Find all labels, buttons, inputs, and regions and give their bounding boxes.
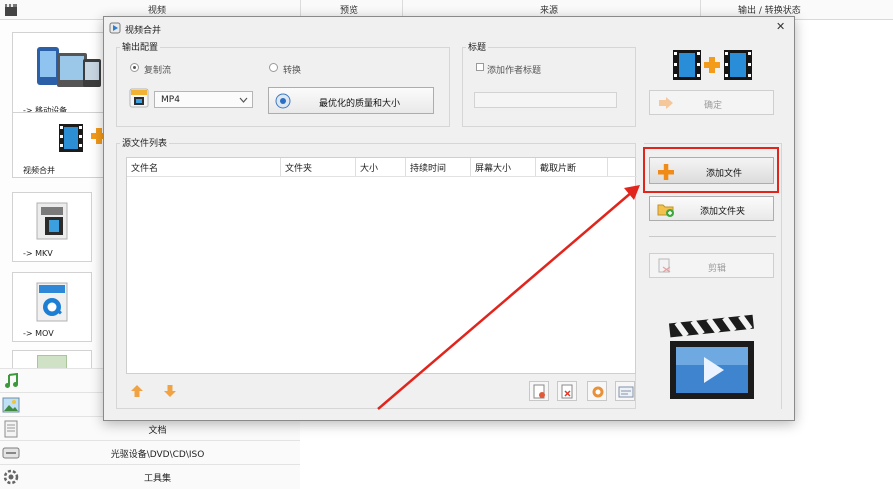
format-value: MP4 <box>161 95 180 105</box>
picture-icon <box>2 397 20 413</box>
preview-column-header[interactable]: 预览 <box>340 3 358 16</box>
column-header-duration[interactable]: 持续时间 <box>406 158 471 176</box>
column-header-folder[interactable]: 文件夹 <box>281 158 356 176</box>
move-up-icon[interactable] <box>130 384 144 398</box>
chevron-down-icon <box>239 97 248 103</box>
video-join-tile[interactable]: 视频合并 <box>12 112 108 178</box>
author-title-input[interactable] <box>474 92 617 108</box>
tile-label: 视频合并 <box>23 166 55 175</box>
quality-dial-icon <box>275 93 291 109</box>
divider <box>649 236 776 237</box>
radio-copy-stream[interactable] <box>130 63 139 72</box>
film-clapper-icon <box>5 4 17 16</box>
music-note-icon <box>5 373 18 388</box>
source-column-header[interactable]: 来源 <box>540 3 558 16</box>
column-header-screen-size[interactable]: 屏幕大小 <box>471 158 536 176</box>
column-header-filename[interactable]: 文件名 <box>127 158 281 176</box>
category-row-disc[interactable]: 光驱设备\DVD\CD\ISO <box>0 440 300 464</box>
tile-label: -> MOV <box>23 329 54 338</box>
category-row-tools[interactable]: 工具集 <box>0 464 300 489</box>
group-title: 源文件列表 <box>120 136 170 149</box>
ok-label: 确定 <box>704 101 723 111</box>
column-header-size[interactable]: 大小 <box>356 158 406 176</box>
format-select[interactable]: MP4 <box>154 91 253 108</box>
annotation-arrow <box>377 185 640 410</box>
mp4-format-icon <box>129 88 149 108</box>
edit-clip-label: 剪辑 <box>708 264 727 274</box>
move-down-icon[interactable] <box>163 384 177 398</box>
dialog-app-icon <box>109 22 121 34</box>
close-icon[interactable]: ✕ <box>776 20 785 33</box>
column-header-clip[interactable]: 截取片断 <box>536 158 608 176</box>
toolbox-gear-icon <box>3 469 19 485</box>
mobile-devices-icon <box>37 47 101 87</box>
radio-copy-label[interactable]: 复制流 <box>144 63 171 76</box>
tile-label: -> MKV <box>23 249 53 258</box>
arrow-right-icon <box>659 97 673 109</box>
add-folder-icon <box>657 204 674 217</box>
category-label: 光驱设备\DVD\CD\ISO <box>110 450 205 460</box>
mov-tile[interactable]: -> MOV <box>12 272 92 342</box>
document-icon <box>4 420 18 438</box>
disc-drive-icon <box>2 447 20 459</box>
highlight-box <box>643 147 779 193</box>
category-label: 文档 <box>148 426 167 436</box>
author-title-label[interactable]: 添加作者标题 <box>487 63 541 76</box>
quality-preset-button[interactable]: 最优化的质量和大小 <box>268 87 434 114</box>
dialog-title: 视频合并 <box>125 26 162 36</box>
group-title: 标题 <box>466 40 489 53</box>
radio-convert-label[interactable]: 转换 <box>283 63 301 76</box>
radio-dot <box>133 66 136 69</box>
edit-clip-button[interactable]: 剪辑 <box>649 253 774 278</box>
output-status-column-header[interactable]: 输出 / 转换状态 <box>738 3 801 16</box>
group-title: 输出配置 <box>120 40 161 53</box>
video-merge-icon <box>673 50 752 80</box>
title-group <box>462 47 636 127</box>
mov-quicktime-icon <box>36 282 68 322</box>
video-category-header: 视频 <box>148 6 167 16</box>
category-label: 工具集 <box>143 474 171 484</box>
author-title-checkbox[interactable] <box>476 63 484 71</box>
list-header: 文件名 文件夹 大小 持续时间 屏幕大小 截取片断 <box>127 158 637 177</box>
clip-edit-icon <box>658 258 671 273</box>
quality-label: 最优化的质量和大小 <box>319 99 401 109</box>
add-folder-label: 添加文件夹 <box>700 207 746 217</box>
mkv-file-icon <box>36 202 68 240</box>
mobile-devices-tile[interactable]: -> 移动设备 <box>12 32 108 118</box>
radio-convert[interactable] <box>269 63 278 72</box>
add-folder-button[interactable]: 添加文件夹 <box>649 196 774 221</box>
video-join-icon <box>59 124 107 152</box>
clapperboard-play-icon <box>668 314 754 399</box>
ok-button[interactable]: 确定 <box>649 90 774 115</box>
mkv-tile[interactable]: -> MKV <box>12 192 92 262</box>
